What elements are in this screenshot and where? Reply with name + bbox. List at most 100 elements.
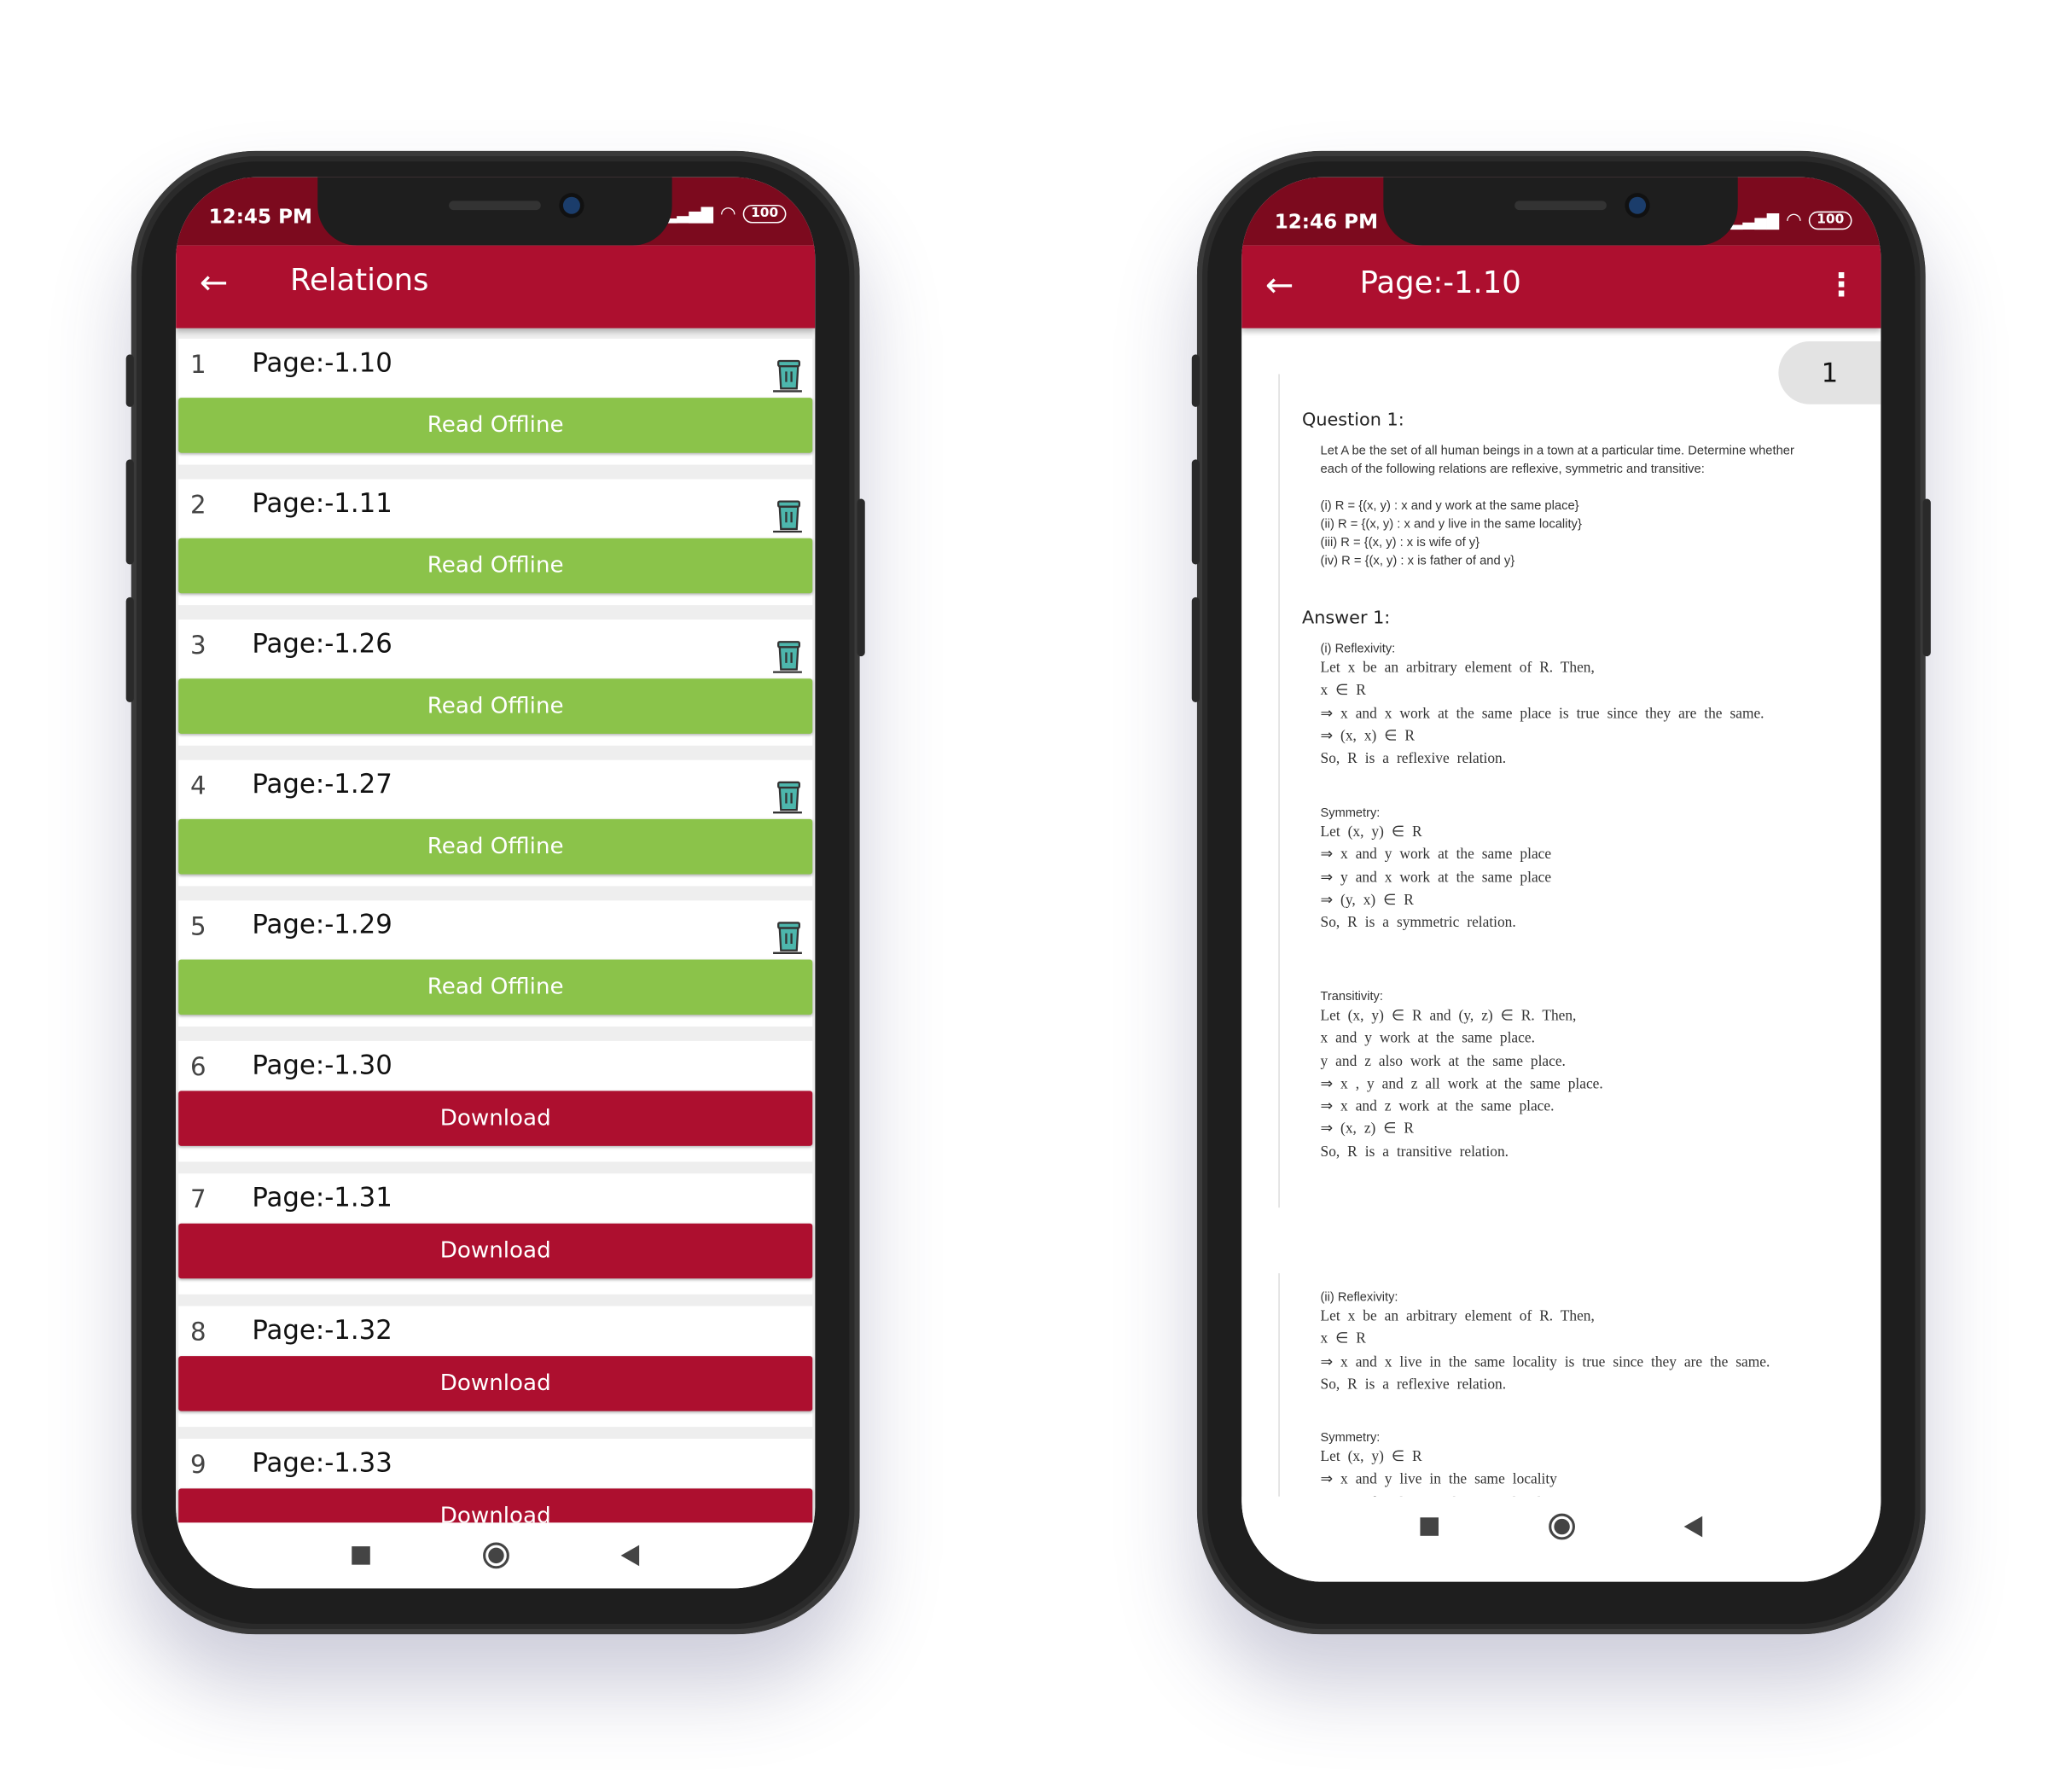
download-button[interactable]: Download (178, 1488, 813, 1523)
home-button[interactable] (1549, 1513, 1575, 1540)
proof-line: Let x be an arbitrary element of R. Then… (1320, 1308, 1595, 1325)
page-title: Page:-1.10 (1359, 266, 1521, 301)
nav-bar (1241, 1496, 1881, 1582)
relation-item: (ii) R = {(x, y) : x and y live in the s… (1320, 517, 1582, 532)
trash-icon[interactable] (768, 496, 807, 535)
item-title: Page:-1.32 (252, 1313, 392, 1346)
back-button[interactable] (1683, 1516, 1703, 1538)
notch (317, 177, 672, 246)
list-item: 2 Page:-1.11 Read Offline (178, 479, 813, 606)
power-button (1922, 498, 1931, 657)
question-heading: Question 1: (1301, 409, 1404, 431)
app-bar: ← Page:-1.10 ⋮ (1241, 245, 1881, 329)
proof-line: ⇒ x and z work at the same place. (1320, 1098, 1555, 1115)
battery-icon: 100 (1808, 211, 1852, 230)
question-text: each of the following relations are refl… (1320, 462, 1705, 477)
doc-block: (ii) Reflexivity: Let x be an arbitrary e… (1321, 1289, 1855, 1397)
list-item: 7 Page:-1.31 Download (178, 1173, 813, 1295)
proof-line: x ∈ R (1320, 683, 1366, 699)
read-offline-button[interactable]: Read Offline (178, 538, 813, 594)
section-label: (ii) Reflexivity: (1320, 1290, 1398, 1306)
page-list[interactable]: 1 Page:-1.10 Read Offline 2 Page:-1.11 Read O… (176, 328, 816, 1523)
phone-left: 12:45 PM ▂▃▅▇ ◠ 100 ← Relations 1 Page:-1… (125, 150, 865, 1635)
proof-line: y and z also work at the same place. (1320, 1053, 1566, 1070)
list-item: 1 Page:-1.10 Read Offline (178, 338, 813, 465)
proof-line: Let (x, y) ∈ R (1320, 1449, 1422, 1465)
proof-line: ⇒ (x, x) ∈ R (1320, 728, 1415, 745)
item-title: Page:-1.10 (252, 346, 392, 379)
download-button[interactable]: Download (178, 1223, 813, 1279)
home-button[interactable] (483, 1542, 509, 1569)
download-button[interactable]: Download (178, 1091, 813, 1146)
screen: 12:45 PM ▂▃▅▇ ◠ 100 ← Relations 1 Page:-1… (176, 177, 816, 1589)
power-button (857, 498, 865, 657)
item-number: 5 (190, 912, 206, 941)
list-item: 8 Page:-1.32 Download (178, 1306, 813, 1428)
answer-heading: Answer 1: (1301, 608, 1391, 629)
read-offline-button[interactable]: Read Offline (178, 818, 813, 875)
wifi-icon: ◠ (1787, 210, 1801, 231)
item-title: Page:-1.11 (252, 486, 392, 519)
proof-line: Let (x, y) ∈ R and (y, z) ∈ R. Then, (1320, 1008, 1577, 1024)
section-label: Symmetry: (1320, 806, 1381, 821)
proof-line: Let x be an arbitrary element of R. Then… (1320, 660, 1595, 677)
trash-icon[interactable] (768, 637, 807, 676)
notch (1383, 177, 1738, 246)
page-number-badge: 1 (1778, 340, 1881, 404)
doc-block: Transitivity: Let (x, y) ∈ R and (y, z) ∈… (1321, 988, 1855, 1164)
item-title: Page:-1.31 (252, 1181, 392, 1213)
back-arrow-icon[interactable]: ← (1265, 266, 1294, 305)
proof-line: ⇒ x and y live in the same locality (1320, 1471, 1557, 1488)
proof-line: ⇒ x and y work at the same place (1320, 847, 1552, 864)
page-title: Relations (289, 264, 429, 299)
list-item: 9 Page:-1.33 Download (178, 1438, 813, 1523)
proof-line: ⇒ (y, x) ∈ R (1320, 892, 1414, 909)
item-title: Page:-1.27 (252, 767, 392, 800)
item-title: Page:-1.26 (252, 627, 392, 660)
download-button[interactable]: Download (178, 1356, 813, 1411)
screen: 12:46 PM ▂▃▅▇ ◠ 100 ← Page:-1.10 ⋮ 1 Que… (1241, 177, 1881, 1582)
trash-icon[interactable] (768, 777, 807, 817)
list-item: 5 Page:-1.29 Read Offline (178, 900, 813, 1027)
doc-block: Symmetry: Let (x, y) ∈ R ⇒ x and y live in… (1320, 1429, 1855, 1504)
back-button[interactable] (620, 1545, 640, 1567)
page-edge (1278, 1273, 1280, 1504)
trash-icon[interactable] (768, 917, 807, 957)
camera (1629, 196, 1647, 214)
doc-block: Question 1: (1302, 410, 1855, 431)
proof-line: ⇒ x and x work at the same place is true… (1320, 705, 1764, 722)
volume-button (1191, 596, 1200, 702)
pdf-viewer[interactable]: 1 Question 1: Let A be the set of all hum… (1241, 328, 1881, 1504)
relation-item: (i) R = {(x, y) : x and y work at the sa… (1320, 498, 1579, 514)
item-number: 3 (190, 631, 206, 660)
relation-item: (iv) R = {(x, y) : x is father of and y} (1320, 554, 1515, 569)
page-edge (1278, 374, 1280, 1208)
item-title: Page:-1.33 (252, 1446, 392, 1479)
proof-line: ⇒ y and x work at the same place (1320, 870, 1552, 886)
doc-block: Answer 1: (1302, 608, 1855, 629)
proof-line: ⇒ x , y and z all work at the same place… (1320, 1076, 1603, 1092)
proof-line: So, R is a reflexive relation. (1320, 751, 1507, 767)
battery-icon: 100 (742, 204, 787, 224)
trash-icon[interactable] (768, 356, 807, 395)
read-offline-button[interactable]: Read Offline (178, 398, 813, 453)
section-label: Transitivity: (1320, 989, 1383, 1004)
volume-button (125, 596, 134, 702)
item-number: 4 (190, 771, 206, 801)
proof-line: ⇒ x and x live in the same locality is t… (1320, 1353, 1770, 1370)
doc-block: Let A be the set of all human beings in … (1321, 442, 1855, 479)
proof-line: Let (x, y) ∈ R (1320, 824, 1422, 841)
read-offline-button[interactable]: Read Offline (178, 678, 813, 734)
wifi-icon: ◠ (721, 203, 735, 225)
read-offline-button[interactable]: Read Offline (178, 959, 813, 1015)
more-vert-icon[interactable]: ⋮ (1826, 266, 1857, 303)
section-label: (i) Reflexivity: (1320, 642, 1396, 657)
proof-line: x ∈ R (1320, 1331, 1366, 1347)
proof-line: ⇒ (x, z) ∈ R (1320, 1121, 1414, 1137)
recents-button[interactable] (1420, 1517, 1439, 1536)
back-arrow-icon[interactable]: ← (200, 264, 229, 303)
recents-button[interactable] (352, 1546, 370, 1565)
app-bar: ← Relations (176, 245, 816, 329)
item-title: Page:-1.30 (252, 1049, 392, 1081)
item-title: Page:-1.29 (252, 908, 392, 940)
